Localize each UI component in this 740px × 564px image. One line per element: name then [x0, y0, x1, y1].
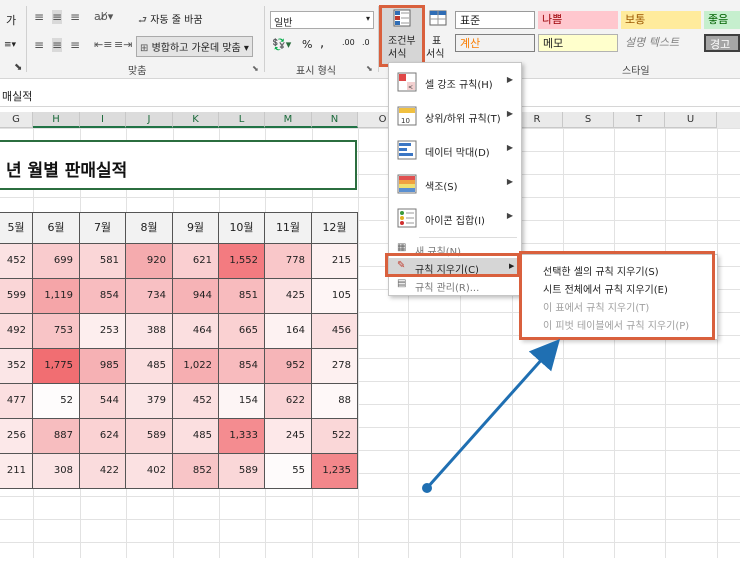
- annotation-arrow: [422, 339, 560, 493]
- arrow-start-dot: [422, 483, 432, 493]
